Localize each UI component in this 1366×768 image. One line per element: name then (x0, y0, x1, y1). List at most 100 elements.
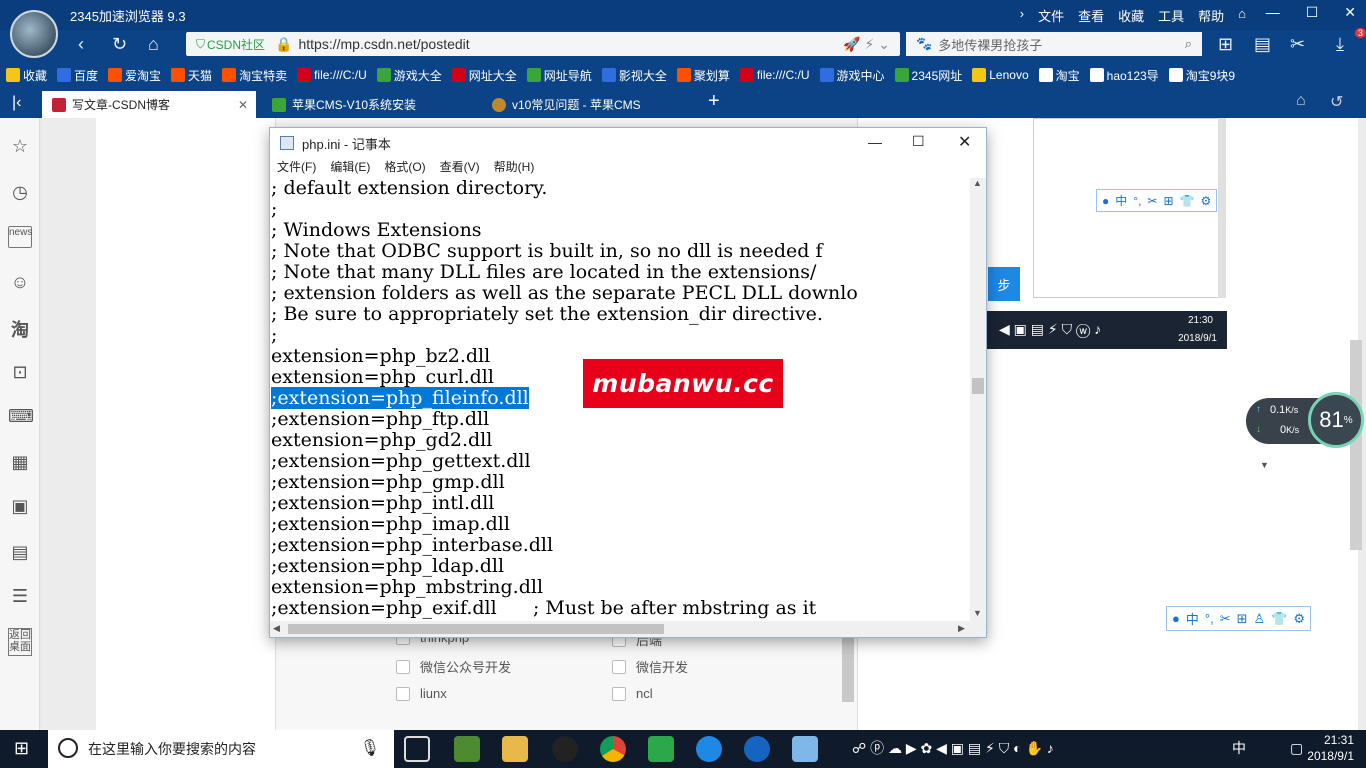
search-input[interactable]: 多地传裸男抢孩子 (938, 35, 1042, 54)
notepad-menu-help[interactable]: 帮助(H) (494, 158, 535, 178)
ime-user-icon[interactable]: ♙ (1254, 611, 1266, 627)
search-icon[interactable]: ⌕ (1185, 36, 1192, 52)
menu-favorites[interactable]: 收藏 (1118, 6, 1144, 25)
notepad-menu-edit[interactable]: 编辑(E) (330, 158, 370, 178)
bookmark-item[interactable]: Lenovo (972, 68, 1029, 82)
ime-skin-icon[interactable]: 👕 (1271, 611, 1287, 627)
scroll-left-icon[interactable]: ◀ (273, 623, 280, 634)
url-text[interactable]: https://mp.csdn.net/postedit (298, 36, 469, 52)
app-thunder-icon[interactable] (648, 736, 674, 762)
bookmark-item[interactable]: 天猫 (171, 67, 212, 84)
tab-maccms-install[interactable]: 苹果CMS-V10系统安装 (262, 91, 476, 118)
app-green-icon[interactable] (454, 736, 480, 762)
horizontal-scroll-thumb[interactable] (288, 624, 664, 634)
system-tray-icons[interactable]: ☍ ⓟ ☁ ▶ ✿ ◀ ▣ ▤ ⚡ ⛉ ◐ ✋ ♪ (852, 738, 1054, 758)
checkbox-ncl[interactable]: ncl (612, 686, 653, 701)
bookmark-item[interactable]: 网址大全 (451, 67, 517, 84)
search-bar[interactable]: 🐾 多地传裸男抢孩子 ⌕ (906, 32, 1202, 56)
bookmark-item[interactable]: file:///C:/U (297, 68, 367, 82)
screen-icon[interactable]: ▣ (8, 496, 32, 518)
refresh-icon[interactable]: ↻ (112, 34, 127, 55)
bookmark-item[interactable]: 淘宝 (1038, 67, 1080, 84)
notepad-menu-file[interactable]: 文件(F) (277, 158, 316, 178)
bookmark-item[interactable]: 百度 (57, 67, 98, 84)
trash-icon[interactable]: ⌂ (1296, 92, 1306, 110)
notification-icon[interactable]: ▢ (1290, 740, 1303, 757)
apps-icon[interactable]: ⊞ (1218, 34, 1233, 55)
bookmark-item[interactable]: hao123导 (1089, 67, 1159, 84)
menu-file[interactable]: 文件 (1038, 6, 1064, 25)
browser-page-scrollbar[interactable] (1350, 340, 1362, 550)
checkbox-wechat-dev[interactable]: 微信开发 (612, 657, 688, 676)
reader-icon[interactable]: ▤ (1254, 34, 1271, 55)
notepad-maximize-icon[interactable]: ☐ (912, 133, 925, 150)
skin-icon[interactable]: ⌂ (1238, 6, 1246, 25)
bookmark-item[interactable]: 爱淘宝 (108, 67, 161, 84)
home-icon[interactable]: ⌂ (148, 34, 159, 55)
bookmark-item[interactable]: file:///C:/U (739, 68, 810, 82)
minimize-icon[interactable]: — (1266, 4, 1280, 21)
taobao-icon[interactable]: 淘 (8, 316, 32, 340)
ime-toolbar-small[interactable]: ● 中 °, ✂ ⊞ 👕 ⚙ (1096, 189, 1218, 212)
notepad-vertical-scrollbar[interactable]: ▲ ▼ (970, 178, 986, 621)
undo-icon[interactable]: ↺ (1330, 92, 1343, 112)
back-to-desktop[interactable]: 返回桌面 (8, 628, 32, 656)
next-step-button[interactable]: 步 (988, 267, 1020, 301)
star-icon[interactable]: ☆ (8, 136, 32, 158)
bookmark-item[interactable]: 游戏中心 (819, 67, 885, 84)
ime-punctuation[interactable]: °, (1205, 611, 1214, 626)
ime-scissors-icon[interactable]: ✂ (1220, 611, 1231, 627)
ie-icon[interactable] (696, 736, 722, 762)
scroll-up-icon[interactable]: ▲ (973, 178, 982, 188)
ime-toolbar[interactable]: ● 中 °, ✂ ⊞ ♙ 👕 ⚙ (1166, 606, 1311, 631)
gamepad-icon[interactable]: ⌨ (8, 406, 34, 428)
menu-view[interactable]: 查看 (1078, 6, 1104, 25)
bookmark-item[interactable]: 网址导航 (526, 67, 592, 84)
news-icon[interactable]: news (8, 226, 32, 248)
menu-arrow-icon[interactable]: › (1020, 6, 1024, 25)
task-view-icon[interactable] (404, 736, 430, 762)
file-explorer-icon[interactable] (502, 736, 528, 762)
notepad-minimize-icon[interactable]: — (868, 134, 882, 150)
notepad-horizontal-scrollbar[interactable]: ◀ ▶ (270, 621, 970, 637)
windows-start-icon[interactable]: ⊞ (14, 738, 29, 759)
video-icon[interactable]: ▦ (8, 452, 32, 474)
notepad-taskbar-icon[interactable] (792, 736, 818, 762)
taskbar-clock[interactable]: 21:31 2018/9/1 (1307, 732, 1354, 764)
menu-tools[interactable]: 工具 (1158, 6, 1184, 25)
tab-csdn[interactable]: 写文章-CSDN博客 ✕ (42, 91, 256, 118)
calculator-icon[interactable]: ▤ (8, 542, 32, 564)
microphone-icon[interactable]: 🎙 (360, 738, 380, 758)
chrome-icon[interactable] (600, 736, 626, 762)
close-icon[interactable]: ✕ (1344, 4, 1356, 21)
tab-v10-faq[interactable]: v10常见问题 - 苹果CMS (482, 91, 696, 118)
app-p-icon[interactable] (744, 736, 770, 762)
checkbox-liunx[interactable]: liunx (396, 686, 447, 701)
rocket-icon[interactable]: 🚀 ⚡ ⌄ (843, 36, 890, 53)
download-icon[interactable]: ⤓ (1336, 34, 1344, 55)
bookmark-item[interactable]: 2345网址 (894, 67, 962, 84)
bookmark-item[interactable]: 影视大全 (601, 67, 667, 84)
notepad-close-icon[interactable]: ✕ (958, 132, 971, 152)
scroll-right-icon[interactable]: ▶ (958, 623, 965, 634)
bookmark-item[interactable]: 淘宝特卖 (222, 67, 287, 84)
page-scrollbar[interactable] (842, 638, 854, 702)
checkbox-wechat-mp[interactable]: 微信公众号开发 (396, 657, 511, 676)
list-icon[interactable]: ☰ (8, 586, 32, 608)
notepad-menu-view[interactable]: 查看(V) (440, 158, 480, 178)
bookmark-item[interactable]: 淘宝9块9 (1168, 67, 1235, 84)
taskbar-search-box[interactable]: 在这里输入你要搜索的内容 🎙 (48, 730, 394, 768)
notepad-menu-format[interactable]: 格式(O) (384, 158, 425, 178)
ime-logo-icon[interactable]: ● (1172, 611, 1180, 626)
bookmark-item[interactable]: 聚划算 (676, 67, 730, 84)
history-clock-icon[interactable]: ◷ (8, 182, 32, 204)
scroll-down-icon[interactable]: ▼ (973, 608, 982, 618)
maximize-icon[interactable]: ☐ (1306, 4, 1319, 21)
tabs-back-icon[interactable]: |‹ (12, 94, 21, 112)
taskbar-ime-indicator[interactable]: 中 (1232, 738, 1246, 758)
bookmark-item[interactable]: 游戏大全 (376, 67, 442, 84)
ime-keyboard-icon[interactable]: ⊞ (1237, 611, 1248, 627)
ime-settings-icon[interactable]: ⚙ (1293, 611, 1305, 627)
menu-help[interactable]: 帮助 (1198, 6, 1224, 25)
new-tab-icon[interactable]: + (708, 90, 720, 113)
